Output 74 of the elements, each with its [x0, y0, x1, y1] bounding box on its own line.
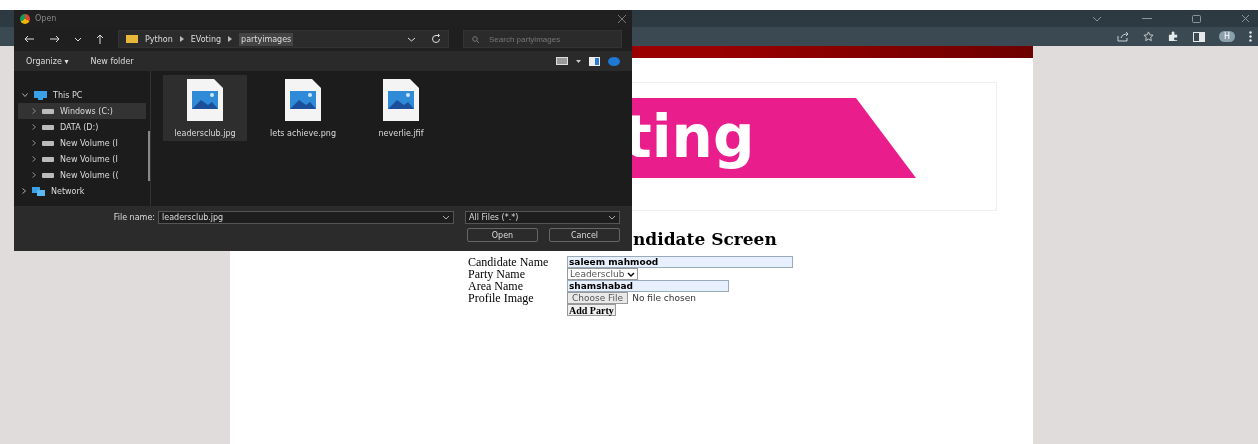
network-icon — [32, 186, 45, 196]
chevron-right-icon[interactable] — [32, 156, 36, 162]
file-item[interactable]: lets achieve.png — [261, 75, 345, 141]
help-icon[interactable] — [608, 56, 620, 66]
field-label: Area Name — [468, 278, 524, 293]
preview-pane-icon[interactable] — [589, 56, 600, 66]
chevron-down-icon[interactable] — [22, 93, 28, 97]
drive-icon — [42, 140, 54, 146]
tree-item[interactable]: DATA (D:) — [18, 119, 146, 135]
computer-icon — [34, 90, 47, 100]
chevron-right-icon[interactable] — [32, 108, 36, 114]
chevron-right-icon[interactable] — [22, 188, 26, 194]
file-item[interactable]: neverlie.jfif — [359, 75, 443, 141]
file-name-field[interactable]: leadersclub.jpg — [158, 211, 454, 224]
file-item[interactable]: leadersclub.jpg — [163, 75, 247, 141]
text-field[interactable]: saleem mahmood — [567, 256, 793, 268]
add-party-button[interactable]: Add Party — [567, 304, 616, 316]
up-arrow-icon[interactable] — [96, 34, 104, 44]
image-file-icon — [285, 79, 321, 121]
file-name-label: File name: — [113, 213, 155, 222]
text-field[interactable]: shamshabad — [567, 280, 729, 292]
dialog-button[interactable]: Cancel — [549, 228, 620, 242]
field-label: Profile Image — [468, 290, 535, 306]
puzzle-icon[interactable] — [1168, 31, 1179, 42]
search-icon — [472, 35, 479, 43]
chevron-down-icon[interactable] — [608, 215, 616, 220]
tree-item[interactable]: New Volume (I — [18, 151, 146, 167]
minimize-icon[interactable] — [1142, 17, 1152, 20]
chevron-right-icon[interactable] — [32, 124, 36, 130]
file-status: No file chosen — [632, 293, 696, 303]
chevron-down-icon — [627, 271, 636, 277]
menu-icon[interactable] — [1249, 31, 1252, 42]
share-icon[interactable] — [1117, 31, 1129, 42]
tree-item[interactable]: Windows (C:) — [18, 103, 146, 119]
tree-item[interactable]: New Volume (I — [18, 135, 146, 151]
drive-icon — [42, 124, 54, 130]
star-icon[interactable] — [1143, 31, 1154, 42]
dialog-title: Open — [35, 14, 57, 23]
logo-text: ting — [624, 103, 755, 171]
folder-icon — [126, 35, 138, 43]
tree-item[interactable]: This PC — [18, 87, 146, 103]
file-type-dropdown[interactable]: All Files (*.*) — [465, 211, 620, 224]
close-icon[interactable] — [618, 14, 626, 23]
drive-icon — [42, 108, 54, 114]
breadcrumb-item[interactable]: EVoting — [190, 34, 222, 44]
forward-arrow-icon[interactable] — [49, 35, 60, 43]
chevron-right-icon[interactable] — [32, 172, 36, 178]
close-icon[interactable] — [1241, 14, 1250, 23]
dialog-button[interactable]: Open — [467, 228, 538, 242]
back-arrow-icon[interactable] — [24, 35, 35, 43]
image-file-icon — [187, 79, 223, 121]
refresh-icon[interactable] — [431, 34, 441, 44]
chevron-right-icon — [179, 36, 184, 42]
drive-icon — [42, 156, 54, 162]
sidebar-icon[interactable] — [1193, 31, 1205, 42]
address-bar[interactable]: Python EVoting partyimages — [118, 30, 449, 48]
maximize-icon[interactable] — [1192, 14, 1201, 23]
toolbar-button[interactable]: Organize ▾ — [26, 56, 69, 66]
party-dropdown[interactable]: Leadersclub — [567, 268, 639, 280]
drive-icon — [42, 172, 54, 178]
chevron-right-icon — [228, 36, 233, 42]
tree-item[interactable]: New Volume (( — [18, 167, 146, 183]
app-icon — [20, 13, 30, 24]
search-field[interactable]: Search partyimages — [463, 30, 622, 48]
breadcrumb-item[interactable]: partyimages — [239, 32, 294, 46]
chevron-down-icon[interactable] — [442, 215, 450, 220]
chevron-right-icon[interactable] — [32, 140, 36, 146]
toolbar-button[interactable]: New folder — [90, 56, 134, 66]
tree-item[interactable]: Network — [18, 183, 146, 199]
image-file-icon — [383, 79, 419, 121]
choose-file-button[interactable]: Choose File — [567, 292, 629, 304]
search-input[interactable]: Search partyimages — [489, 34, 609, 44]
breadcrumb-item[interactable]: Python — [145, 34, 173, 44]
page-heading: ndidate Screen — [633, 229, 778, 249]
